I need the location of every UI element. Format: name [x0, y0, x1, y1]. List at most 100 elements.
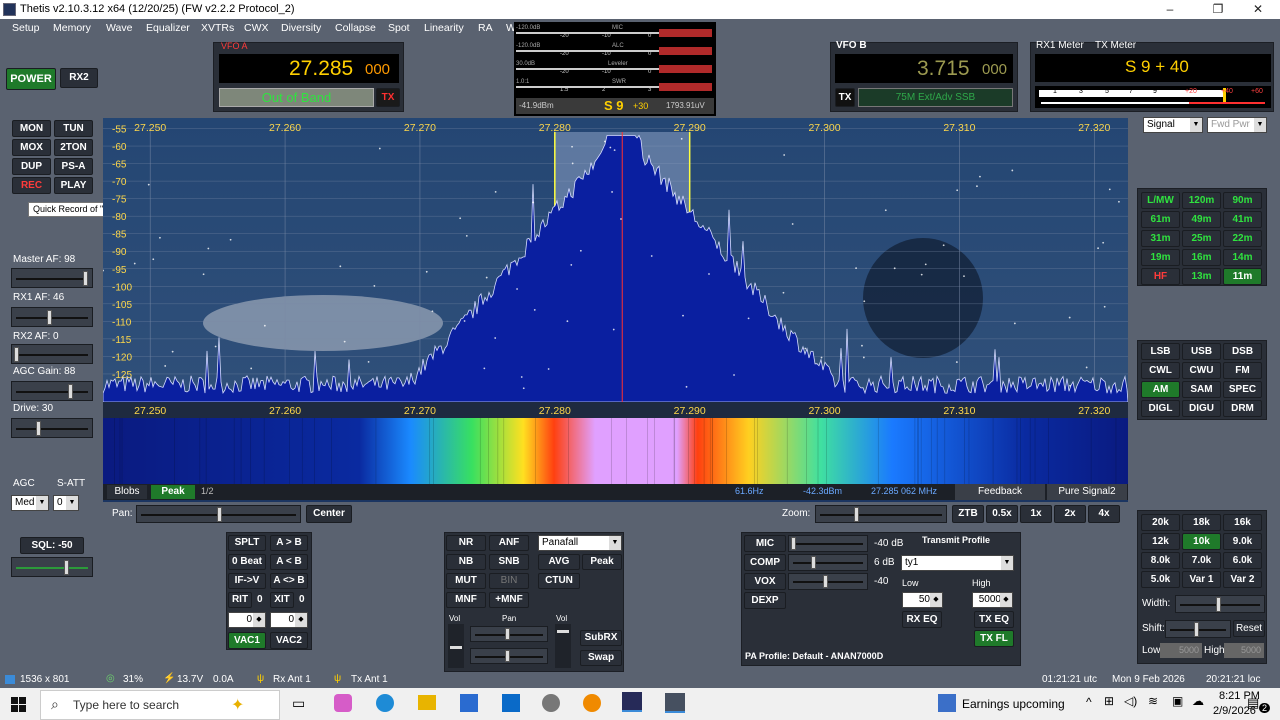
zoom-4x-button[interactable]: 4x — [1088, 505, 1120, 523]
dsp-peak-button[interactable]: Peak — [582, 554, 622, 570]
band-button-90m[interactable]: 90m — [1223, 192, 1262, 209]
mode-button-digl[interactable]: DIGL — [1141, 400, 1180, 417]
band-button-31m[interactable]: 31m — [1141, 230, 1180, 247]
rx2-vol-slider[interactable] — [555, 624, 571, 668]
mox-button[interactable]: MOX — [12, 139, 51, 156]
vox-slider[interactable] — [788, 573, 868, 590]
b-to-a-button[interactable]: A < B — [270, 554, 308, 570]
close-button[interactable]: ✕ — [1236, 0, 1280, 19]
peak-button[interactable]: Peak — [151, 485, 195, 499]
mnf-button[interactable]: MNF — [446, 592, 486, 608]
network-icon[interactable]: ⊞ — [1104, 694, 1114, 708]
transmit-profile-select[interactable]: ty1 ▼ — [901, 555, 1014, 571]
filter-button-20k[interactable]: 20k — [1141, 514, 1180, 531]
if-to-v-button[interactable]: IF->V — [228, 573, 266, 589]
split-button[interactable]: SPLT — [228, 535, 266, 551]
filter-low-input[interactable]: 5000 — [1160, 643, 1202, 658]
snb-button[interactable]: SNB — [489, 554, 529, 570]
satt-spinner[interactable]: 0 ▼ — [53, 495, 79, 511]
vac2-button[interactable]: VAC2 — [270, 632, 308, 649]
filter-button-6-0k[interactable]: 6.0k — [1223, 552, 1262, 569]
psa-button[interactable]: PS-A — [54, 158, 93, 175]
zoom-slider[interactable] — [815, 505, 947, 523]
power-button[interactable]: POWER — [6, 68, 56, 90]
nr-button[interactable]: NR — [446, 535, 486, 551]
volume-icon[interactable]: ◁) — [1124, 694, 1137, 708]
filter-button-5-0k[interactable]: 5.0k — [1141, 571, 1180, 588]
filter-width-slider[interactable] — [1175, 595, 1265, 613]
wifi-icon[interactable]: ≋ — [1148, 694, 1158, 708]
dup-button[interactable]: DUP — [12, 158, 51, 175]
band-button-120m[interactable]: 120m — [1182, 192, 1221, 209]
display-mode-select[interactable]: Panafall ▼ — [538, 535, 622, 551]
xit-button[interactable]: XIT — [270, 592, 294, 608]
band-button-25m[interactable]: 25m — [1182, 230, 1221, 247]
mode-button-usb[interactable]: USB — [1182, 343, 1221, 360]
blobs-button[interactable]: Blobs — [107, 485, 147, 499]
filter-button-9-0k[interactable]: 9.0k — [1223, 533, 1262, 550]
filter-button-var-2[interactable]: Var 2 — [1223, 571, 1262, 588]
mic-slider[interactable] — [788, 535, 868, 552]
menu-wave[interactable]: Wave — [106, 22, 132, 34]
swap-button[interactable]: Swap — [580, 650, 622, 666]
filter-button-16k[interactable]: 16k — [1223, 514, 1262, 531]
meter-fwd-select[interactable]: Fwd Pwr ▼ — [1207, 117, 1267, 133]
ctun-button[interactable]: CTUN — [538, 573, 580, 589]
comp-button[interactable]: COMP — [744, 554, 786, 571]
mode-button-sam[interactable]: SAM — [1182, 381, 1221, 398]
anf-button[interactable]: ANF — [489, 535, 529, 551]
menu-setup[interactable]: Setup — [12, 22, 39, 34]
rx2-af-slider[interactable] — [11, 344, 93, 364]
drive-slider[interactable] — [11, 418, 93, 438]
band-button-22m[interactable]: 22m — [1223, 230, 1262, 247]
onedrive-icon[interactable]: ☁ — [1192, 694, 1204, 708]
filter-button-8-0k[interactable]: 8.0k — [1141, 552, 1180, 569]
vfo-a-tx-button[interactable]: TX — [376, 88, 400, 107]
band-button-11m[interactable]: 11m — [1223, 268, 1262, 285]
edge-icon[interactable] — [376, 694, 394, 712]
menu-collapse[interactable]: Collapse — [335, 22, 376, 34]
agc-mode-select[interactable]: Med ▼ — [11, 495, 49, 511]
vox-button[interactable]: VOX — [744, 573, 786, 590]
mode-button-am[interactable]: AM — [1141, 381, 1180, 398]
tray-chevron-icon[interactable]: ^ — [1086, 695, 1092, 709]
dexp-button[interactable]: DEXP — [744, 592, 786, 609]
feedback-button[interactable]: Feedback — [955, 484, 1045, 500]
vac1-button[interactable]: VAC1 — [228, 632, 266, 649]
mode-button-drm[interactable]: DRM — [1223, 400, 1262, 417]
rx1-af-slider[interactable] — [11, 307, 93, 327]
subrx-vol-slider[interactable] — [448, 624, 464, 668]
minimize-button[interactable]: – — [1148, 0, 1192, 19]
mode-button-spec[interactable]: SPEC — [1223, 381, 1262, 398]
menu-ra[interactable]: RA — [478, 22, 493, 34]
tx-high-spinner[interactable]: 5000 ◆ — [972, 592, 1013, 608]
meter-signal-select[interactable]: Signal ▼ — [1143, 117, 1203, 133]
sql-slider[interactable] — [11, 557, 93, 577]
play-button[interactable]: PLAY — [54, 177, 93, 194]
band-button-41m[interactable]: 41m — [1223, 211, 1262, 228]
copilot-icon[interactable] — [334, 694, 352, 712]
band-button-14m[interactable]: 14m — [1223, 249, 1262, 266]
a-to-b-button[interactable]: A > B — [270, 535, 308, 551]
pan-slider[interactable] — [136, 505, 301, 523]
band-button-16m[interactable]: 16m — [1182, 249, 1221, 266]
2ton-button[interactable]: 2TON — [54, 139, 93, 156]
rec-button[interactable]: REC — [12, 177, 51, 194]
mode-button-digu[interactable]: DIGU — [1182, 400, 1221, 417]
menu-xvtrs[interactable]: XVTRs — [201, 22, 234, 34]
vfo-b-display[interactable]: 3.715 000 — [835, 54, 1013, 83]
master-af-slider[interactable] — [11, 268, 93, 288]
filter-button-12k[interactable]: 12k — [1141, 533, 1180, 550]
mode-button-lsb[interactable]: LSB — [1141, 343, 1180, 360]
outlook-icon[interactable] — [502, 694, 520, 712]
menu-spot[interactable]: Spot — [388, 22, 410, 34]
thetis-taskbar-icon[interactable] — [622, 692, 642, 712]
zoom-2x-button[interactable]: 2x — [1054, 505, 1086, 523]
band-button-61m[interactable]: 61m — [1141, 211, 1180, 228]
nb-button[interactable]: NB — [446, 554, 486, 570]
menu-cwx[interactable]: CWX — [244, 22, 269, 34]
windows-start-icon[interactable] — [11, 697, 27, 713]
agc-gain-slider[interactable] — [11, 381, 93, 401]
a-swap-b-button[interactable]: A <> B — [270, 573, 308, 589]
filter-button-10k[interactable]: 10k — [1182, 533, 1221, 550]
